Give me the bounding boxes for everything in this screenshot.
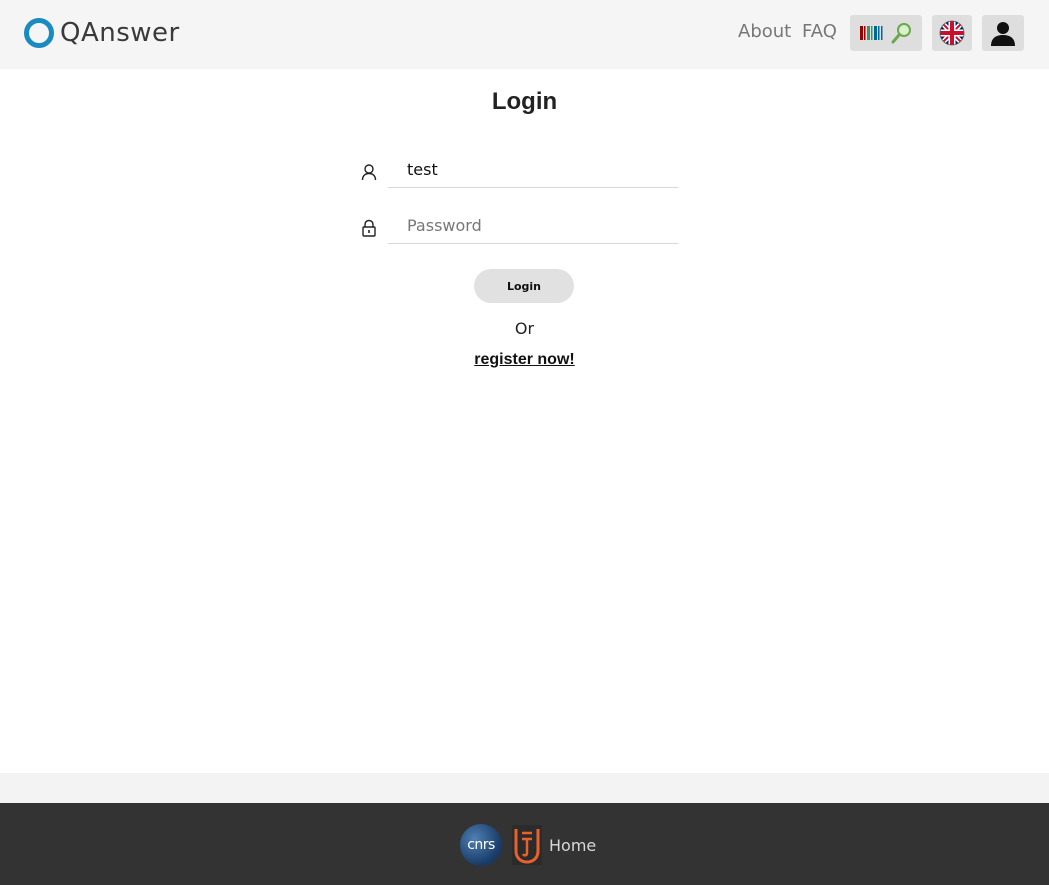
or-separator: Or — [514, 319, 535, 338]
username-input[interactable] — [388, 151, 678, 188]
logo-text: QAnswer — [60, 18, 180, 48]
footer-spacer — [0, 773, 1049, 803]
logo-ring-icon — [24, 18, 54, 48]
user-outline-icon — [361, 164, 377, 181]
nav-about-link[interactable]: About — [738, 21, 791, 42]
ujm-logo[interactable] — [512, 825, 542, 865]
nav-faq-link[interactable]: FAQ — [802, 21, 837, 42]
page-title: Login — [491, 88, 558, 115]
password-input[interactable] — [388, 207, 678, 244]
knowledge-base-button[interactable] — [850, 15, 922, 51]
username-field — [360, 151, 678, 191]
uk-flag-icon — [939, 20, 965, 46]
footer-content: cnrs Home — [460, 823, 596, 867]
user-account-button[interactable] — [982, 15, 1024, 51]
lock-icon — [362, 219, 376, 237]
language-button[interactable] — [932, 15, 972, 51]
footer-home-link[interactable]: Home — [549, 836, 596, 855]
wikidata-search-icon — [860, 23, 911, 44]
login-button[interactable]: Login — [474, 269, 574, 303]
footer: cnrs Home — [0, 803, 1049, 885]
user-icon — [991, 22, 1015, 46]
cnrs-logo[interactable]: cnrs — [460, 824, 502, 866]
top-navbar: QAnswer About FAQ — [0, 0, 1049, 69]
password-field — [360, 207, 678, 247]
register-link[interactable]: register now! — [0, 351, 1049, 369]
qanswer-logo[interactable]: QAnswer — [24, 17, 180, 49]
cnrs-logo-text: cnrs — [467, 837, 495, 853]
